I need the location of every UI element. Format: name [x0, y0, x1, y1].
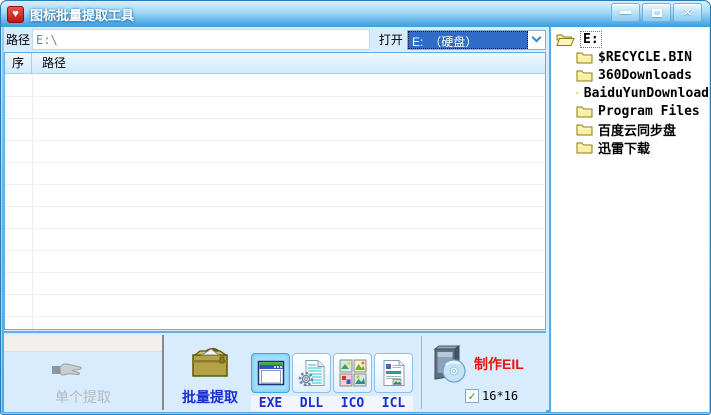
- tree-item-baidu-sync[interactable]: 百度云同步盘: [551, 120, 709, 138]
- column-gridline: [32, 75, 33, 329]
- size-16-label: 16*16: [482, 389, 518, 403]
- folder-icon: [576, 50, 593, 64]
- path-label: 路径: [4, 31, 32, 48]
- maximize-button[interactable]: [642, 3, 671, 22]
- tree-item-label[interactable]: Program Files: [598, 104, 700, 119]
- folder-icon: [576, 86, 579, 100]
- icl-list-document-icon: [380, 359, 408, 387]
- extract-list[interactable]: 序 路径: [4, 52, 546, 330]
- tree-item-label[interactable]: E:: [580, 31, 602, 48]
- tree-item-360downloads[interactable]: 360Downloads: [551, 66, 709, 84]
- column-header-path[interactable]: 路径: [32, 53, 545, 73]
- panel-divider: [421, 336, 422, 409]
- column-header-index[interactable]: 序: [5, 53, 32, 73]
- single-extract-button-top: [4, 335, 162, 352]
- drive-select[interactable]: E: （硬盘）: [407, 30, 546, 50]
- folder-tree[interactable]: E: $RECYCLE.BIN 360Downloads BaiduYunDow…: [549, 27, 709, 412]
- make-eil-label: 制作EIL: [474, 354, 524, 374]
- ico-images-icon: [339, 359, 367, 387]
- make-eil-button[interactable]: 制作EIL: [428, 343, 524, 385]
- tree-item-baiduyundownload[interactable]: BaiduYunDownload: [551, 84, 709, 102]
- chevron-down-icon: [532, 33, 542, 43]
- file-type-labels: EXE DLL ICO ICL: [251, 396, 413, 411]
- tree-item-recycle-bin[interactable]: $RECYCLE.BIN: [551, 48, 709, 66]
- batch-extract-button[interactable]: 批量提取: [172, 345, 248, 407]
- drive-select-dropdown-button[interactable]: [528, 31, 545, 49]
- app-heart-icon: ♥: [7, 6, 24, 23]
- dll-gear-document-icon: [298, 359, 326, 387]
- tree-item-label[interactable]: 360Downloads: [598, 68, 692, 83]
- list-body[interactable]: [5, 75, 545, 329]
- exe-filter-label[interactable]: EXE: [251, 396, 290, 411]
- icl-filter-label[interactable]: ICL: [374, 396, 413, 411]
- folder-icon: [576, 140, 593, 154]
- ico-filter-button[interactable]: [333, 353, 372, 393]
- heart-glyph: ♥: [12, 8, 19, 20]
- folder-icon: [576, 122, 593, 136]
- size-16-checkbox[interactable]: ✓: [465, 389, 479, 403]
- close-button[interactable]: ✕: [673, 3, 702, 22]
- tree-item-thunder-download[interactable]: 迅雷下载: [551, 138, 709, 156]
- window-title: 图标批量提取工具: [30, 5, 134, 24]
- action-panel: 单个提取 批量提取: [4, 331, 546, 412]
- minimize-button[interactable]: [611, 3, 640, 22]
- list-header: 序 路径: [5, 53, 545, 74]
- close-icon: ✕: [683, 6, 692, 19]
- single-extract-button[interactable]: 单个提取: [4, 335, 164, 410]
- path-toolbar: 路径 打开 E: （硬盘）: [4, 27, 546, 52]
- size-option: ✓ 16*16: [465, 389, 518, 403]
- minimize-icon: [620, 11, 631, 14]
- maximize-icon: [652, 9, 662, 17]
- exe-filter-button[interactable]: [251, 353, 290, 393]
- path-input[interactable]: [32, 29, 370, 50]
- single-extract-label: 单个提取: [4, 387, 162, 407]
- open-folder-icon: [556, 32, 575, 47]
- window-controls: ✕: [611, 3, 702, 22]
- drive-selected-value: E: （硬盘）: [408, 31, 528, 49]
- briefcase-icon: [189, 345, 231, 381]
- folder-icon: [576, 68, 593, 82]
- folder-icon: [576, 104, 593, 118]
- titlebar[interactable]: ♥ 图标批量提取工具 ✕: [1, 1, 710, 27]
- tree-item-label[interactable]: BaiduYunDownload: [584, 86, 709, 101]
- window-content: 路径 打开 E: （硬盘） 序 路径: [4, 27, 707, 410]
- icl-filter-button[interactable]: [374, 353, 413, 393]
- tree-item-drive-root[interactable]: E:: [551, 30, 709, 48]
- tree-item-label[interactable]: 迅雷下载: [598, 138, 650, 157]
- tree-item-label[interactable]: 百度云同步盘: [598, 120, 676, 139]
- check-icon: ✓: [468, 389, 475, 403]
- file-type-buttons: [251, 353, 413, 393]
- dll-filter-button[interactable]: [292, 353, 331, 393]
- tree-item-label[interactable]: $RECYCLE.BIN: [598, 50, 692, 65]
- app-window: ♥ 图标批量提取工具 ✕ 路径 打开 E: （硬盘） 序 路径: [0, 0, 711, 415]
- open-label: 打开: [377, 31, 405, 48]
- batch-extract-label: 批量提取: [172, 387, 248, 407]
- hand-extract-icon: [50, 359, 84, 381]
- exe-window-icon: [257, 359, 285, 387]
- tree-item-program-files[interactable]: Program Files: [551, 102, 709, 120]
- software-box-cd-icon: [428, 343, 468, 385]
- ico-filter-label[interactable]: ICO: [333, 396, 372, 411]
- dll-filter-label[interactable]: DLL: [292, 396, 331, 411]
